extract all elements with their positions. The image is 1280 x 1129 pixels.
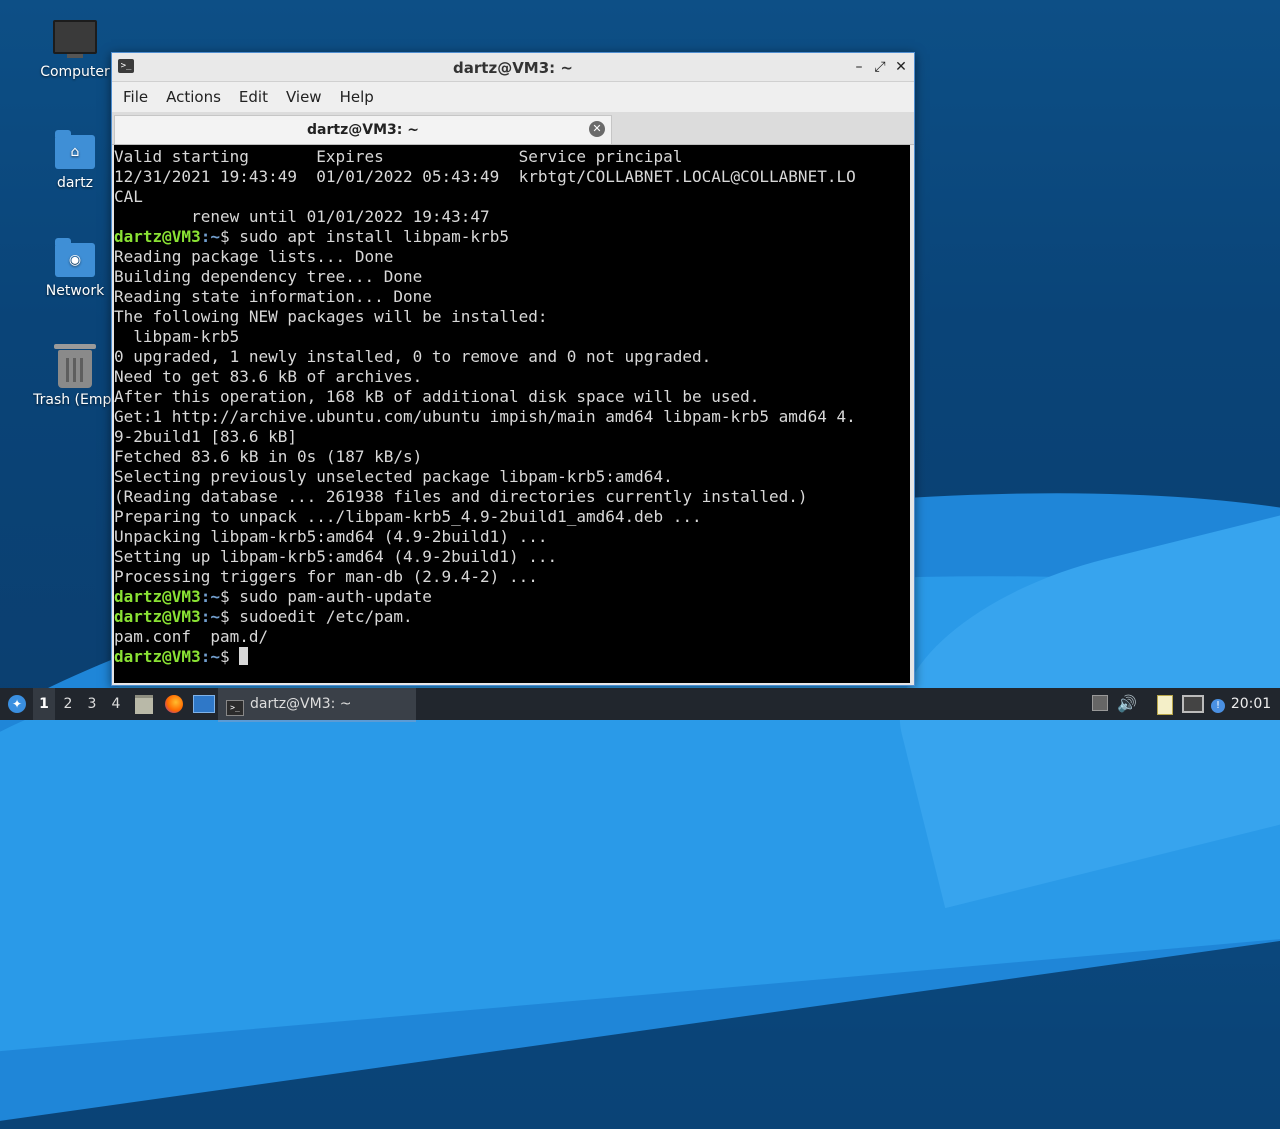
prompt-symbol: $ xyxy=(219,587,240,606)
desktop-icon-label: Network xyxy=(45,283,105,299)
firefox-icon xyxy=(165,695,183,713)
terminal-cursor xyxy=(239,647,249,665)
terminal-output-line: Selecting previously unselected package … xyxy=(114,467,673,486)
show-desktop-button[interactable] xyxy=(192,688,216,720)
network-icon xyxy=(1182,695,1204,713)
file-manager-icon xyxy=(135,695,153,714)
trash-icon xyxy=(54,344,96,388)
terminal-output[interactable]: Valid starting Expires Service principal… xyxy=(114,145,910,683)
desktop-icon-trash[interactable]: Trash (Empt xyxy=(27,344,123,408)
terminal-output-line: pam.conf pam.d/ xyxy=(114,627,269,646)
desktop-icon-label: dartz xyxy=(56,175,94,191)
start-menu-button[interactable]: ✦ xyxy=(4,688,30,720)
terminal-output-line: renew until 01/01/2022 19:43:47 xyxy=(114,207,490,226)
clipboard-button[interactable] xyxy=(1154,688,1176,720)
prompt-path: :~ xyxy=(200,587,220,606)
tab-bar: dartz@VM3: ~ ✕ xyxy=(112,112,914,145)
window-title: dartz@VM3: ~ xyxy=(453,59,573,77)
command-text: sudoedit /etc/pam. xyxy=(239,607,413,626)
terminal-output-line: Fetched 83.6 kB in 0s (187 kB/s) xyxy=(114,447,423,466)
command-text: sudo apt install libpam-krb5 xyxy=(239,227,509,246)
taskbar-task-terminal[interactable]: >_ dartz@VM3: ~ xyxy=(218,688,416,722)
menu-view[interactable]: View xyxy=(277,88,331,106)
tab-close-icon[interactable]: ✕ xyxy=(589,121,605,137)
tab-label: dartz@VM3: ~ xyxy=(307,122,419,138)
tray-arrow-button[interactable] xyxy=(1090,688,1110,720)
workspace-1-button[interactable]: 1 xyxy=(33,688,55,720)
tray-expand-icon xyxy=(1092,695,1108,711)
terminal-command-line: dartz@VM3:~$ sudo pam-auth-update xyxy=(114,587,910,607)
terminal-output-line: Need to get 83.6 kB of archives. xyxy=(114,367,423,386)
volume-icon: 🔊 xyxy=(1117,694,1137,713)
clipboard-icon xyxy=(1157,695,1173,715)
workspace-4-button[interactable]: 4 xyxy=(105,688,127,720)
terminal-output-line: Preparing to unpack .../libpam-krb5_4.9-… xyxy=(114,507,702,526)
terminal-window: >_ dartz@VM3: ~ – ⤢ ✕ File Actions Edit … xyxy=(111,52,915,686)
network-button[interactable] xyxy=(1181,688,1205,720)
volume-button[interactable]: 🔊 xyxy=(1116,688,1138,720)
terminal-output-line: Setting up libpam-krb5:amd64 (4.9-2build… xyxy=(114,547,558,566)
terminal-command-line: dartz@VM3:~$ xyxy=(114,647,910,667)
menu-bar: File Actions Edit View Help xyxy=(112,82,914,112)
desktop-icon-home[interactable]: ⌂ dartz xyxy=(27,130,123,191)
terminal-output-line: After this operation, 168 kB of addition… xyxy=(114,387,760,406)
terminal-output-line: Processing triggers for man-db (2.9.4-2)… xyxy=(114,567,538,586)
close-button[interactable]: ✕ xyxy=(892,58,910,76)
prompt-path: :~ xyxy=(200,607,220,626)
window-titlebar[interactable]: >_ dartz@VM3: ~ – ⤢ ✕ xyxy=(112,53,914,82)
terminal-output-line: Valid starting Expires Service principal xyxy=(114,147,683,166)
terminal-output-line: Building dependency tree... Done xyxy=(114,267,423,286)
network-folder-icon: ◉ xyxy=(55,238,95,277)
minimize-button[interactable]: – xyxy=(850,58,868,76)
prompt-user: dartz@VM3 xyxy=(114,647,201,666)
update-notifier-icon: ! xyxy=(1211,699,1225,713)
prompt-symbol: $ xyxy=(219,647,240,666)
taskbar: ✦ 1 2 3 4 >_ dartz@VM3: ~ 🔊 ! 20:01 xyxy=(0,688,1280,722)
desktop-icon-label: Trash (Empt xyxy=(33,392,117,408)
firefox-launcher[interactable] xyxy=(162,688,186,720)
terminal-output-line: Unpacking libpam-krb5:amd64 (4.9-2build1… xyxy=(114,527,548,546)
notification-button[interactable]: ! xyxy=(1208,688,1228,720)
prompt-user: dartz@VM3 xyxy=(114,227,201,246)
prompt-user: dartz@VM3 xyxy=(114,607,201,626)
terminal-output-line: Get:1 http://archive.ubuntu.com/ubuntu i… xyxy=(114,407,856,426)
prompt-path: :~ xyxy=(200,647,220,666)
terminal-command-line: dartz@VM3:~$ sudo apt install libpam-krb… xyxy=(114,227,910,247)
prompt-symbol: $ xyxy=(219,607,240,626)
prompt-symbol: $ xyxy=(219,227,240,246)
menu-file[interactable]: File xyxy=(114,88,157,106)
desktop-icon-computer[interactable]: Computer xyxy=(27,20,123,80)
terminal-output-line: The following NEW packages will be insta… xyxy=(114,307,548,326)
terminal-output-line: (Reading database ... 261938 files and d… xyxy=(114,487,808,506)
maximize-button[interactable]: ⤢ xyxy=(871,58,889,76)
clock[interactable]: 20:01 xyxy=(1230,688,1272,720)
terminal-icon: >_ xyxy=(226,700,244,716)
desktop-icon-label: Computer xyxy=(40,64,110,80)
computer-icon xyxy=(53,20,97,58)
terminal-output-line: 12/31/2021 19:43:49 01/01/2022 05:43:49 … xyxy=(114,167,856,186)
terminal-output-line: 9-2build1 [83.6 kB] xyxy=(114,427,298,446)
desktop-icon xyxy=(193,695,215,713)
terminal-command-line: dartz@VM3:~$ sudoedit /etc/pam. xyxy=(114,607,910,627)
home-folder-icon: ⌂ xyxy=(55,130,95,169)
workspace-2-button[interactable]: 2 xyxy=(57,688,79,720)
file-manager-launcher[interactable] xyxy=(133,688,155,720)
prompt-path: :~ xyxy=(200,227,220,246)
menu-edit[interactable]: Edit xyxy=(230,88,277,106)
terminal-output-line: CAL xyxy=(114,187,143,206)
menu-help[interactable]: Help xyxy=(331,88,383,106)
command-text: sudo pam-auth-update xyxy=(239,587,432,606)
menu-actions[interactable]: Actions xyxy=(157,88,230,106)
terminal-output-line: 0 upgraded, 1 newly installed, 0 to remo… xyxy=(114,347,712,366)
start-menu-icon: ✦ xyxy=(8,695,26,713)
prompt-user: dartz@VM3 xyxy=(114,587,201,606)
task-label: dartz@VM3: ~ xyxy=(250,696,352,712)
desktop-icon-network[interactable]: ◉ Network xyxy=(27,238,123,299)
terminal-output-line: Reading package lists... Done xyxy=(114,247,394,266)
terminal-output-line: libpam-krb5 xyxy=(114,327,240,346)
tab-terminal[interactable]: dartz@VM3: ~ ✕ xyxy=(114,115,612,144)
terminal-output-line: Reading state information... Done xyxy=(114,287,432,306)
workspace-3-button[interactable]: 3 xyxy=(81,688,103,720)
